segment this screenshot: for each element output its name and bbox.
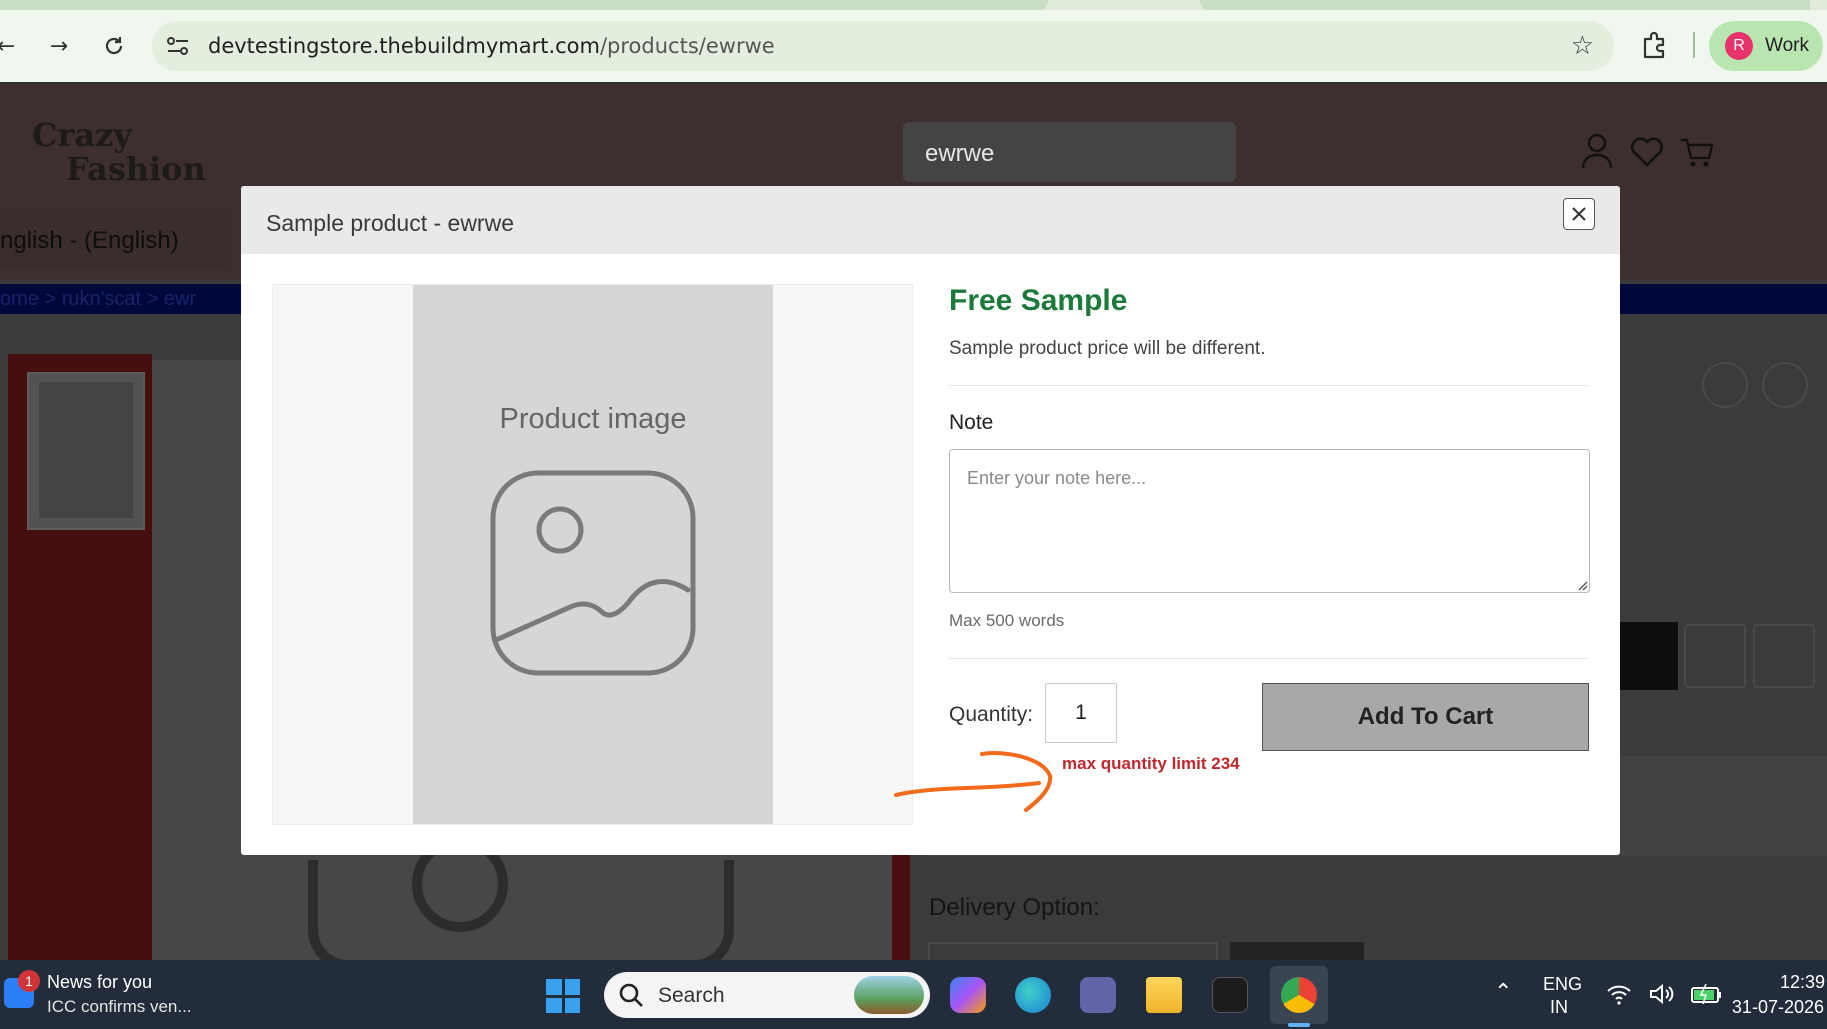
taskbar-search[interactable]: Search <box>604 972 930 1018</box>
volume-icon[interactable] <box>1648 982 1674 1006</box>
modal-title: Sample product - ewrwe <box>266 210 514 236</box>
active-app-indicator <box>1288 1023 1310 1027</box>
news-notification-badge: 1 <box>18 970 40 992</box>
note-label: Note <box>949 411 994 434</box>
tab-strip <box>0 0 1827 10</box>
news-widget-title[interactable]: News for you <box>47 972 152 993</box>
store-search-input[interactable]: ewrwe <box>903 122 1236 182</box>
active-tab[interactable] <box>0 0 1048 10</box>
system-tray <box>1606 982 1722 1006</box>
thumbnail-image <box>39 382 133 518</box>
url-text: devtestingstore.thebuildmymart.com/produ… <box>208 34 775 58</box>
note-textarea[interactable] <box>949 449 1590 593</box>
windows-taskbar: 1 News for you ICC confirms ven... Searc… <box>0 960 1827 1029</box>
search-label: Search <box>658 984 725 1007</box>
show-hidden-icons-chevron-up-icon[interactable]: ⌃ <box>1494 980 1512 1005</box>
delivery-option-label: Delivery Option: <box>929 894 1100 921</box>
free-sample-title: Free Sample <box>949 284 1128 317</box>
user-icon[interactable] <box>1580 132 1614 170</box>
header-icons <box>1580 132 1714 170</box>
product-image-panel: Product image <box>272 284 913 825</box>
extensions-icon[interactable] <box>1640 30 1670 60</box>
cart-icon[interactable] <box>1680 132 1714 170</box>
compare-icon[interactable] <box>1762 362 1808 408</box>
wishlist-heart-icon[interactable] <box>1630 132 1664 170</box>
share-icon[interactable] <box>1702 362 1748 408</box>
clock-date[interactable]: 31-07-2026 <box>1722 997 1824 1018</box>
image-icon <box>490 470 696 676</box>
forward-arrow-icon[interactable]: → <box>43 30 75 62</box>
search-icon <box>619 983 643 1007</box>
clock-time[interactable]: 12:39 <box>1780 972 1825 993</box>
site-settings-icon[interactable] <box>166 35 190 57</box>
free-sample-subtitle: Sample product price will be different. <box>949 338 1266 359</box>
delivery-check-button[interactable] <box>1230 942 1364 960</box>
annotation-arrow-icon <box>894 751 1053 812</box>
copilot-icon[interactable] <box>950 977 986 1013</box>
edge-icon[interactable] <box>1015 977 1051 1013</box>
news-widget-headline[interactable]: ICC confirms ven... <box>47 997 192 1017</box>
reload-icon[interactable] <box>98 30 130 62</box>
toolbar-separator <box>1693 32 1695 58</box>
divider <box>949 385 1589 386</box>
input-region[interactable]: IN <box>1550 997 1568 1018</box>
wifi-icon[interactable] <box>1606 982 1632 1006</box>
profile-label: Work <box>1765 35 1809 56</box>
profile-button[interactable]: R Work <box>1709 21 1823 71</box>
note-word-limit: Max 500 words <box>949 611 1065 630</box>
product-thumbnail[interactable] <box>27 372 145 530</box>
address-bar[interactable]: devtestingstore.thebuildmymart.com/produ… <box>152 21 1614 71</box>
battery-charging-icon[interactable] <box>1690 982 1722 1006</box>
chrome-icon[interactable] <box>1281 977 1317 1013</box>
product-image-label: Product image <box>499 403 687 435</box>
language-select[interactable]: nglish - (English) <box>0 210 230 268</box>
back-arrow-icon[interactable]: ← <box>0 30 22 62</box>
app-cube-icon[interactable] <box>1212 977 1248 1013</box>
search-highlight-image <box>854 976 924 1014</box>
store-logo[interactable]: Crazy Fashion <box>32 118 206 186</box>
wishlist-button[interactable] <box>1684 624 1746 688</box>
schedule-button[interactable] <box>1753 624 1815 688</box>
avatar: R <box>1725 32 1753 60</box>
input-language[interactable]: ENG <box>1543 974 1582 995</box>
divider <box>949 658 1589 659</box>
quantity-limit-error: max quantity limit 234 <box>1062 754 1240 773</box>
delivery-pincode-input[interactable] <box>928 942 1218 960</box>
quantity-label: Quantity: <box>949 703 1034 726</box>
teams-icon[interactable] <box>1080 977 1116 1013</box>
file-explorer-icon[interactable] <box>1146 977 1182 1013</box>
resize-handle-icon[interactable] <box>1576 579 1588 591</box>
background-tab[interactable] <box>1200 0 1810 10</box>
product-image-placeholder: Product image <box>413 285 773 824</box>
browser-toolbar: ← → devtestingstore.thebuildmymart.com/p… <box>0 0 1827 82</box>
image-placeholder-frame <box>308 860 734 970</box>
quantity-input[interactable] <box>1045 683 1117 743</box>
windows-start-icon[interactable] <box>546 979 580 1013</box>
bookmark-star-icon[interactable]: ☆ <box>1571 31 1594 61</box>
add-to-cart-button[interactable]: Add To Cart <box>1262 683 1589 751</box>
product-actions <box>1702 362 1808 408</box>
